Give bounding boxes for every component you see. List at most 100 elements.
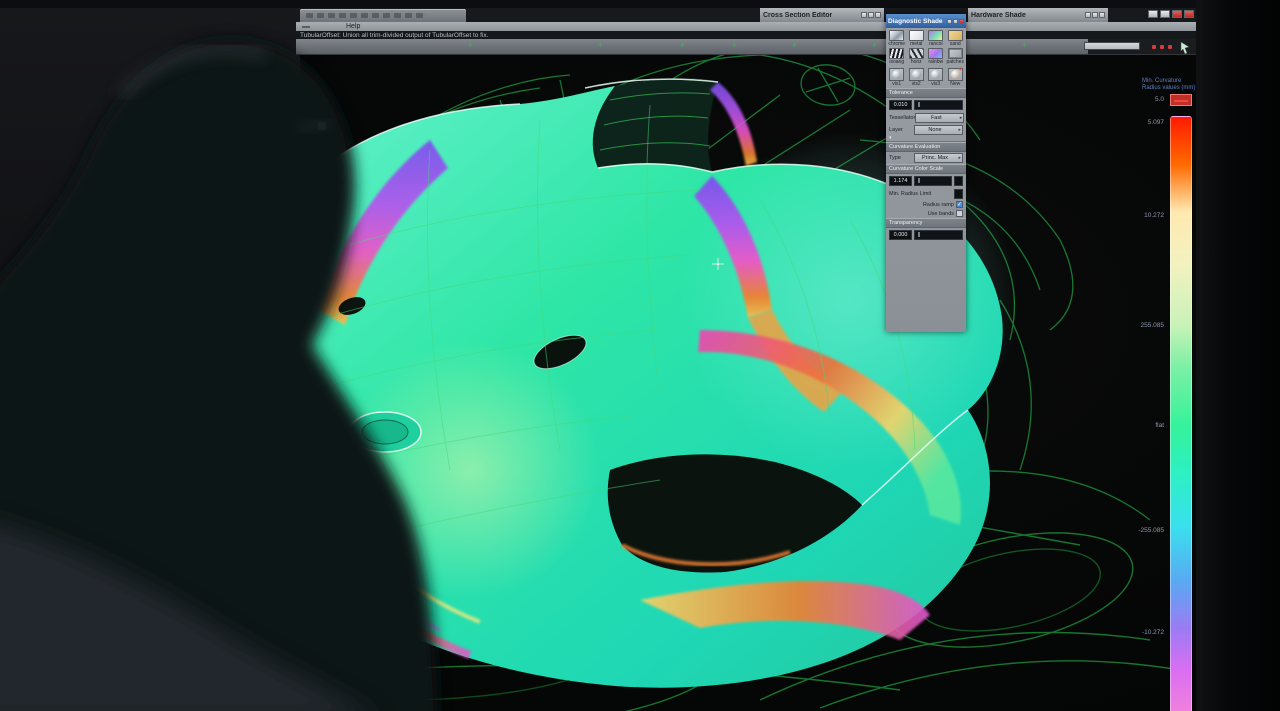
legend-tick: 10.272: [1144, 212, 1164, 219]
snap-plus-icon[interactable]: [596, 41, 605, 50]
legend-tick: flat: [1155, 422, 1164, 429]
tolerance-value[interactable]: 0.010: [889, 100, 912, 110]
radius-ramp-checkbox[interactable]: [956, 201, 963, 208]
tolerance-header: Tolerance: [886, 88, 966, 98]
screen-photo-scene: Cross Section Editor Hardware Shade: [0, 0, 1280, 711]
radius-ramp-row: Radius ramp: [886, 200, 966, 209]
chrome-shader-icon: [889, 30, 904, 41]
record-icon[interactable]: [1152, 45, 1156, 49]
room-background: [0, 0, 300, 711]
window-tab[interactable]: [300, 9, 466, 22]
rainbow-shader-icon: [928, 48, 943, 59]
palette-dock-button[interactable]: [868, 12, 874, 18]
vis1-button[interactable]: vis1: [887, 68, 907, 87]
prompt-text: TubularOffset: Union all trim-divided ou…: [300, 32, 488, 39]
radius-ramp-label: Radius ramp: [923, 202, 954, 208]
layer-label: Layer: [889, 127, 903, 133]
tessellator-dropdown[interactable]: Fast: [915, 113, 964, 123]
shader-chrome-button[interactable]: chrome: [887, 30, 907, 47]
monitor-top-bezel: [0, 0, 1280, 8]
section-collapse-arrow-icon[interactable]: [886, 136, 966, 142]
palette-menu-button[interactable]: [875, 12, 881, 18]
palette-collapse-button[interactable]: [1085, 12, 1091, 18]
min-radius-limit-row: Min. Radius Limit: [886, 188, 966, 200]
prompt-line: TubularOffset: Union all trim-divided ou…: [296, 31, 1196, 39]
panel-empty-area: [886, 242, 966, 332]
curvature-color-bar: [1170, 116, 1192, 711]
shader-isoangle-button[interactable]: isoang: [887, 48, 907, 65]
transparency-value[interactable]: 0.000: [889, 230, 912, 240]
legend-tick: -10.272: [1142, 629, 1164, 636]
shader-rainbow-button[interactable]: rainbw: [926, 48, 946, 65]
legend-swatch-label: 5.0: [1155, 96, 1164, 103]
snap-plus-icon[interactable]: [466, 41, 475, 50]
toolbar-input-field[interactable]: [1084, 42, 1140, 50]
color-scale-option-button[interactable]: [954, 176, 963, 186]
metal-shader-icon: [909, 30, 924, 41]
transparency-slider[interactable]: [914, 230, 963, 240]
visualization-slots: vis1 vis2 vis3 New: [886, 65, 966, 88]
shader-sand-button[interactable]: sand: [946, 30, 966, 47]
hardware-shade-titlebar[interactable]: Hardware Shade: [968, 8, 1108, 22]
palette-dock-button[interactable]: [1092, 12, 1098, 18]
curvature-color-scale-header: Curvature Color Scale: [886, 164, 966, 174]
close-button[interactable]: [1172, 10, 1182, 18]
vis3-button[interactable]: vis3: [926, 68, 946, 87]
palette-close-button[interactable]: [959, 19, 964, 24]
shader-metal-button[interactable]: metal: [907, 30, 927, 47]
palette-collapse-button[interactable]: [947, 19, 952, 24]
sphere-icon: [892, 70, 901, 79]
menu-dash-icon: [302, 26, 310, 28]
color-scale-slider[interactable]: [914, 176, 952, 186]
app-chrome: Cross Section Editor Hardware Shade: [296, 8, 1196, 54]
color-scale-control: 1.174: [886, 174, 966, 188]
curvature-type-row: Type Princ. Max: [886, 152, 966, 164]
legend-tick: -255.085: [1138, 527, 1164, 534]
diagnostic-shade-titlebar[interactable]: Diagnostic Shade: [886, 14, 966, 28]
snap-plus-icon[interactable]: [730, 41, 739, 50]
curvature-type-dropdown[interactable]: Princ. Max: [914, 153, 963, 163]
tessellator-row: Tessellator Fast: [886, 112, 966, 124]
shader-rancol-button[interactable]: rancol: [926, 30, 946, 47]
menu-bar: Help: [296, 22, 1196, 31]
shader-patches-button[interactable]: patches: [946, 48, 966, 65]
minimize-button[interactable]: [1148, 10, 1158, 18]
restore-button[interactable]: [1160, 10, 1170, 18]
toolbar: [296, 39, 1196, 55]
min-radius-limit-field[interactable]: [954, 189, 963, 199]
palette-dock-button[interactable]: [953, 19, 958, 24]
new-vis-button[interactable]: New: [946, 68, 966, 87]
use-bands-checkbox[interactable]: [956, 210, 963, 217]
snap-plus-icon[interactable]: [678, 41, 687, 50]
shader-horizontal-button[interactable]: horiz: [907, 48, 927, 65]
curvature-evaluation-header: Curvature Evaluation: [886, 142, 966, 152]
sphere-icon: [931, 70, 940, 79]
sand-shader-icon: [948, 30, 963, 41]
exit-button[interactable]: [1184, 10, 1194, 18]
color-scale-value[interactable]: 1.174: [889, 176, 912, 186]
cross-section-editor-titlebar[interactable]: Cross Section Editor: [760, 8, 884, 22]
vis2-button[interactable]: vis2: [907, 68, 927, 87]
snap-plus-icon[interactable]: [1020, 41, 1029, 50]
snap-plus-icon[interactable]: [790, 41, 799, 50]
tolerance-control: 0.010: [886, 98, 966, 112]
layer-dropdown[interactable]: None: [914, 125, 963, 135]
horizontal-stripes-shader-icon: [909, 48, 924, 59]
record-icon[interactable]: [1168, 45, 1172, 49]
type-label: Type: [889, 155, 901, 161]
transparency-control: 0.000: [886, 228, 966, 242]
transparency-header: Transparency: [886, 218, 966, 228]
window-control-buttons: [1148, 10, 1194, 18]
palette-collapse-button[interactable]: [861, 12, 867, 18]
palette-menu-button[interactable]: [1099, 12, 1105, 18]
monitor-right-bezel: [1196, 0, 1280, 711]
tolerance-slider[interactable]: [914, 100, 963, 110]
diagnostic-shade-panel: Diagnostic Shade chrome metal rancol: [886, 14, 966, 332]
legend-tick: 255.085: [1141, 322, 1165, 329]
window-tab-row: Cross Section Editor Hardware Shade: [296, 8, 1196, 22]
min-radius-limit-label: Min. Radius Limit: [889, 191, 931, 197]
record-icon[interactable]: [1160, 45, 1164, 49]
snap-plus-icon[interactable]: [870, 41, 879, 50]
cross-section-editor-title: Cross Section Editor: [763, 12, 832, 19]
menu-help[interactable]: Help: [346, 23, 360, 30]
